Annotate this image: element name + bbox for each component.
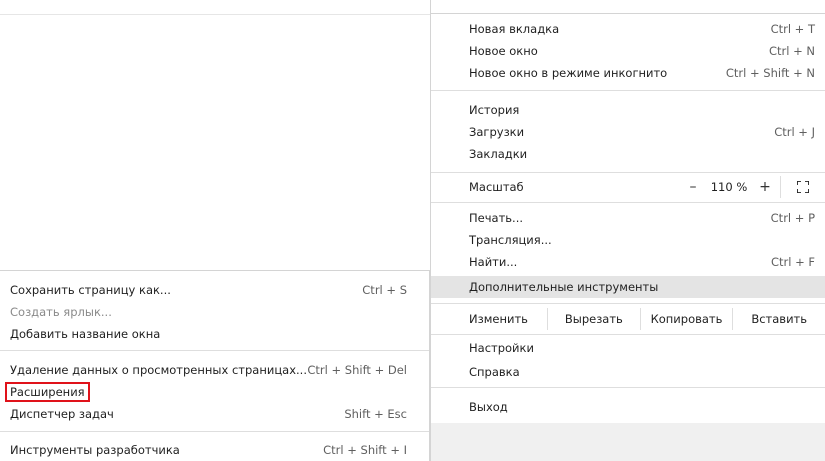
copy-button[interactable]: Копировать xyxy=(639,308,733,330)
browser-main-menu: Новая вкладка Ctrl + T Новое окно Ctrl +… xyxy=(430,0,825,461)
menu-item-label: Выход xyxy=(469,400,508,414)
menu-item-shortcut: Ctrl + J xyxy=(774,125,815,139)
menu-item-label: Удаление данных о просмотренных страница… xyxy=(10,363,307,377)
menu-item-label: Печать... xyxy=(469,211,524,225)
menu-item-print[interactable]: Печать... Ctrl + P xyxy=(431,207,825,229)
submenu-item-extensions[interactable]: Расширения xyxy=(0,382,429,402)
menu-item-downloads[interactable]: Загрузки Ctrl + J xyxy=(431,121,825,143)
menu-item-shortcut: Ctrl + N xyxy=(768,44,815,58)
menu-separator xyxy=(431,303,825,304)
zoom-value: 110 % xyxy=(710,180,748,194)
menu-item-label: Добавить название окна xyxy=(10,327,161,341)
zoom-controls: – 110 % + xyxy=(678,176,825,198)
menu-item-new-window[interactable]: Новое окно Ctrl + N xyxy=(431,40,825,62)
submenu-item-name-window[interactable]: Добавить название окна xyxy=(0,324,429,344)
menu-item-label: Трансляция... xyxy=(469,233,552,247)
more-tools-submenu: Сохранить страницу как... Ctrl + S Созда… xyxy=(0,270,430,461)
menu-item-exit[interactable]: Выход xyxy=(431,396,825,418)
menu-item-label: Новое окно в режиме инкогнито xyxy=(469,66,668,80)
fullscreen-icon xyxy=(797,181,809,193)
menu-item-shortcut: Ctrl + F xyxy=(770,255,815,269)
menu-item-label: Инструменты разработчика xyxy=(10,443,180,457)
menu-item-label: Сохранить страницу как... xyxy=(10,283,171,297)
menu-item-shortcut: Ctrl + T xyxy=(770,22,815,36)
menu-item-label: Расширения xyxy=(5,382,90,402)
edit-label: Изменить xyxy=(469,312,528,326)
menu-item-label: Найти... xyxy=(469,255,518,269)
menu-item-label: Новая вкладка xyxy=(469,22,560,36)
menu-item-shortcut: Ctrl + S xyxy=(362,283,407,297)
menu-item-label: Настройки xyxy=(469,341,534,355)
menu-item-history[interactable]: История xyxy=(431,99,825,121)
page-top-strip xyxy=(0,0,430,15)
menu-separator xyxy=(431,90,825,91)
zoom-out-button[interactable]: – xyxy=(678,179,708,195)
menu-separator xyxy=(0,431,429,432)
menu-separator xyxy=(431,172,825,173)
paste-button[interactable]: Вставить xyxy=(732,308,825,330)
menu-separator xyxy=(0,350,429,351)
cut-button[interactable]: Вырезать xyxy=(547,308,640,330)
menu-item-find[interactable]: Найти... Ctrl + F xyxy=(431,251,825,273)
menu-item-label: Создать ярлык... xyxy=(10,305,112,319)
menu-item-more-tools[interactable]: Дополнительные инструменты xyxy=(431,276,825,298)
zoom-in-button[interactable]: + xyxy=(750,179,780,195)
menu-item-cast[interactable]: Трансляция... xyxy=(431,229,825,251)
zoom-row: Масштаб – 110 % + xyxy=(431,176,825,198)
menu-item-help[interactable]: Справка xyxy=(431,361,825,383)
submenu-item-create-shortcut[interactable]: Создать ярлык... xyxy=(0,302,429,322)
submenu-item-task-manager[interactable]: Диспетчер задач Shift + Esc xyxy=(0,404,429,424)
menu-footer-area xyxy=(431,423,825,461)
menu-item-settings[interactable]: Настройки xyxy=(431,337,825,359)
zoom-label: Масштаб xyxy=(469,180,524,194)
submenu-item-dev-tools[interactable]: Инструменты разработчика Ctrl + Shift + … xyxy=(0,440,429,460)
menu-item-shortcut: Ctrl + Shift + I xyxy=(323,443,407,457)
menu-separator xyxy=(431,334,825,335)
menu-item-shortcut: Ctrl + P xyxy=(770,211,815,225)
menu-item-label: Новое окно xyxy=(469,44,538,58)
menu-item-shortcut: Ctrl + Shift + N xyxy=(725,66,815,80)
menu-item-bookmarks[interactable]: Закладки xyxy=(431,143,825,165)
menu-separator xyxy=(431,202,825,203)
submenu-item-clear-data[interactable]: Удаление данных о просмотренных страница… xyxy=(0,360,429,380)
menu-item-incognito[interactable]: Новое окно в режиме инкогнито Ctrl + Shi… xyxy=(431,62,825,84)
menu-item-label: Диспетчер задач xyxy=(10,407,114,421)
fullscreen-button[interactable] xyxy=(780,176,825,198)
menu-item-label: История xyxy=(469,103,520,117)
menu-item-label: Дополнительные инструменты xyxy=(469,280,659,294)
menu-separator xyxy=(431,387,825,388)
menu-item-label: Справка xyxy=(469,365,520,379)
edit-row: Изменить Вырезать Копировать Вставить xyxy=(431,308,825,330)
submenu-item-save-page[interactable]: Сохранить страницу как... Ctrl + S xyxy=(0,280,429,300)
menu-item-label: Закладки xyxy=(469,147,528,161)
menu-item-shortcut: Ctrl + Shift + Del xyxy=(307,363,407,377)
menu-item-shortcut: Shift + Esc xyxy=(344,407,407,421)
menu-item-new-tab[interactable]: Новая вкладка Ctrl + T xyxy=(431,18,825,40)
menu-item-label: Загрузки xyxy=(469,125,525,139)
